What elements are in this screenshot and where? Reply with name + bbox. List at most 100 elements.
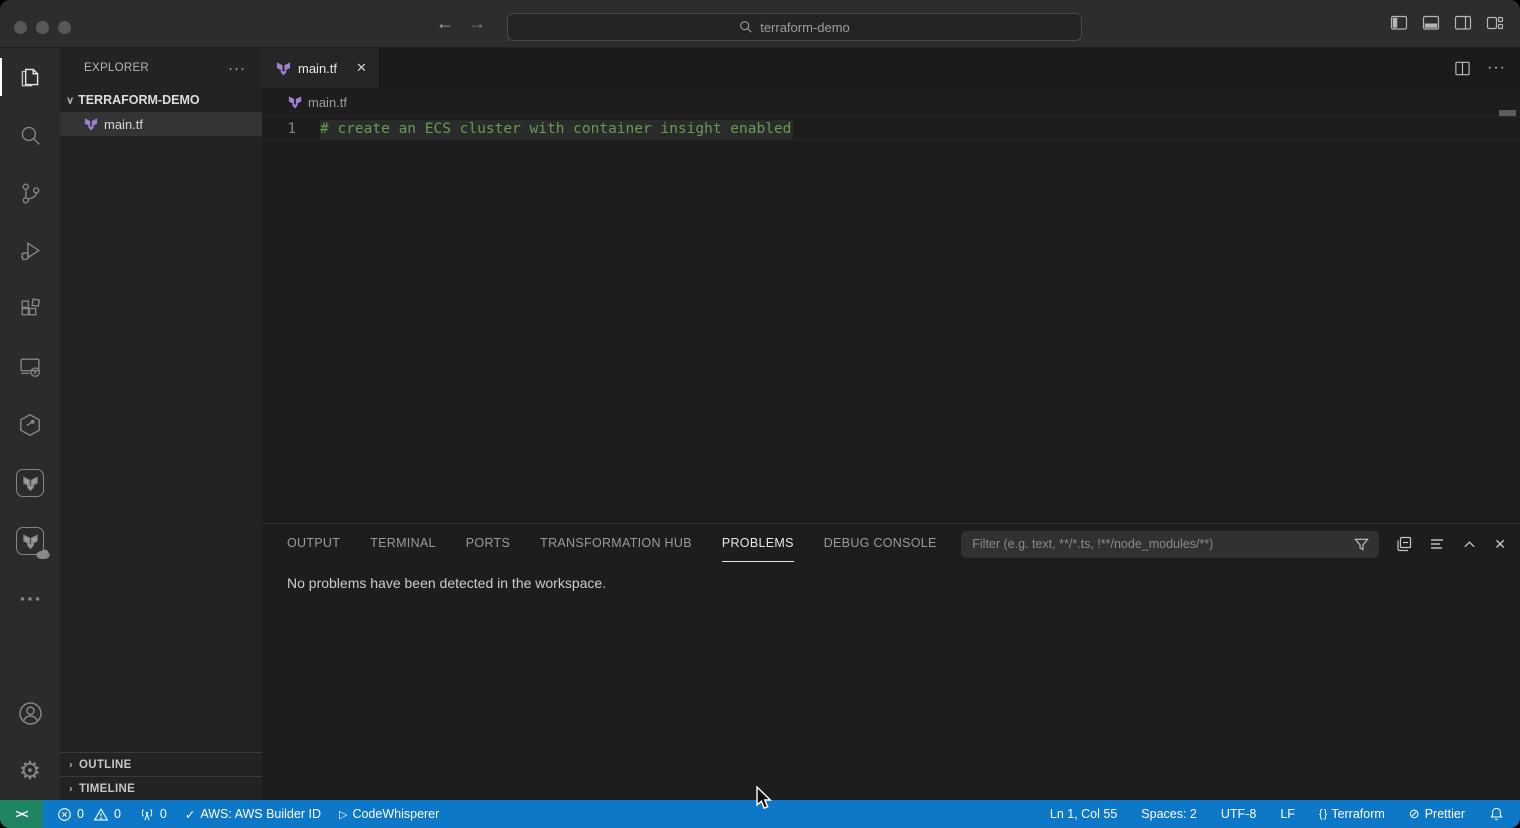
file-row-main-tf[interactable]: main.tf	[60, 112, 262, 136]
maximize-panel-icon[interactable]	[1462, 537, 1477, 552]
ports-status[interactable]: 0	[139, 807, 167, 822]
codewhisperer-label: CodeWhisperer	[352, 807, 439, 821]
tab-problems[interactable]: PROBLEMS	[722, 524, 794, 562]
no-problems-message: No problems have been detected in the wo…	[287, 575, 606, 591]
timeline-label: TIMELINE	[79, 783, 135, 795]
tab-output[interactable]: OUTPUT	[287, 524, 340, 562]
breadcrumb[interactable]: main.tf	[262, 88, 1520, 116]
editor-group: main.tf ✕ ··· main.tf 1 # create an ECS …	[262, 48, 1520, 800]
more-actions-icon[interactable]: ···	[1487, 59, 1506, 77]
toggle-primary-sidebar-icon[interactable]	[1390, 14, 1408, 32]
codewhisperer-status[interactable]: ▷ CodeWhisperer	[339, 807, 439, 821]
panel-tabs: OUTPUT TERMINAL PORTS TRANSFORMATION HUB…	[287, 524, 937, 562]
sidebar-item-terraform[interactable]	[0, 454, 60, 512]
close-panel-icon[interactable]: ✕	[1494, 536, 1506, 553]
account-icon	[17, 700, 44, 727]
breadcrumb-item[interactable]: main.tf	[308, 95, 347, 110]
filter-placeholder: Filter (e.g. text, **/*.ts, !**/node_mod…	[972, 537, 1354, 551]
chevron-down-icon: ∨	[66, 94, 74, 106]
forward-button[interactable]: →	[468, 13, 486, 34]
ellipsis-icon	[17, 586, 43, 612]
aws-auth-status[interactable]: ✓ AWS: AWS Builder ID	[185, 807, 321, 822]
remote-indicator[interactable]: ><	[0, 800, 43, 828]
timeline-section-header[interactable]: › TIMELINE	[60, 776, 262, 800]
command-center-search[interactable]: terraform-demo	[507, 13, 1082, 41]
sidebar-item-remote-explorer[interactable]	[0, 338, 60, 396]
vscode-window: ← → terraform-demo	[0, 0, 1520, 828]
line-number: 1	[262, 117, 320, 139]
play-icon: ▷	[339, 808, 347, 821]
search-icon	[18, 123, 43, 148]
sidebar-item-aws-toolkit[interactable]	[0, 396, 60, 454]
extensions-icon	[18, 297, 43, 322]
code-text-selected[interactable]: # create an ECS cluster with container i…	[320, 120, 793, 139]
tab-debug-console[interactable]: DEBUG CONSOLE	[824, 524, 937, 562]
toggle-panel-icon[interactable]	[1422, 14, 1440, 32]
tab-transformation-hub[interactable]: TRANSFORMATION HUB	[540, 524, 692, 562]
outline-label: OUTLINE	[79, 759, 132, 771]
cloud-badge-icon	[36, 549, 50, 559]
settings-button[interactable]: ⚙	[0, 742, 60, 800]
language-label: Terraform	[1331, 807, 1384, 821]
eol-sequence[interactable]: LF	[1280, 807, 1295, 821]
close-window-button[interactable]	[14, 21, 27, 34]
tab-ports[interactable]: PORTS	[466, 524, 510, 562]
editor-tab-main-tf[interactable]: main.tf ✕	[262, 48, 379, 88]
collapse-all-icon[interactable]	[1396, 536, 1412, 552]
problems-status[interactable]: 0 0	[57, 807, 121, 822]
panel-actions: Filter (e.g. text, **/*.ts, !**/node_mod…	[961, 524, 1506, 562]
formatter-status[interactable]: ⊘ Prettier	[1409, 806, 1465, 822]
command-center-text: terraform-demo	[760, 20, 850, 35]
close-tab-icon[interactable]: ✕	[356, 60, 367, 76]
project-root-row[interactable]: ∨ TERRAFORM-DEMO	[60, 88, 262, 112]
window-controls	[14, 21, 71, 34]
sidebar-item-extensions[interactable]	[0, 280, 60, 338]
minimize-window-button[interactable]	[36, 21, 49, 34]
problems-content: No problems have been detected in the wo…	[262, 562, 1520, 591]
project-root-label: TERRAFORM-DEMO	[78, 93, 200, 107]
sidebar-title-row: EXPLORER ···	[60, 48, 262, 88]
debug-icon	[18, 239, 43, 264]
problems-filter-input[interactable]: Filter (e.g. text, **/*.ts, !**/node_mod…	[961, 531, 1379, 558]
filter-icon[interactable]	[1354, 537, 1369, 552]
view-as-table-icon[interactable]	[1429, 536, 1445, 552]
cursor-position[interactable]: Ln 1, Col 55	[1050, 807, 1117, 821]
bell-icon[interactable]	[1489, 806, 1504, 822]
editor-actions: ···	[1454, 48, 1506, 88]
status-bar: >< 0 0 0 ✓ AWS: AWS Builder ID ▷ CodeWhi…	[0, 800, 1520, 828]
activity-bar: ⚙	[0, 48, 60, 800]
sidebar-item-search[interactable]	[0, 106, 60, 164]
sidebar-item-source-control[interactable]	[0, 164, 60, 222]
terraform-file-icon	[288, 95, 302, 109]
title-bar: ← → terraform-demo	[0, 0, 1520, 48]
toggle-secondary-sidebar-icon[interactable]	[1454, 14, 1472, 32]
layout-controls	[1390, 14, 1504, 32]
back-button[interactable]: ←	[436, 13, 454, 34]
error-count: 0	[77, 807, 84, 821]
sidebar-item-terraform-cloud[interactable]	[0, 512, 60, 570]
code-line-1[interactable]: 1 # create an ECS cluster with container…	[262, 116, 1520, 140]
sidebar-item-more-views[interactable]	[0, 570, 60, 628]
customize-layout-icon[interactable]	[1486, 14, 1504, 32]
language-mode[interactable]: { } Terraform	[1319, 807, 1385, 821]
terraform-cloud-extension-icon	[16, 527, 44, 555]
warning-count: 0	[114, 807, 121, 821]
braces-icon: { }	[1319, 808, 1326, 820]
editor-tab-bar: main.tf ✕ ···	[262, 48, 1520, 88]
indentation[interactable]: Spaces: 2	[1141, 807, 1197, 821]
accounts-button[interactable]	[0, 684, 60, 742]
encoding[interactable]: UTF-8	[1221, 807, 1256, 821]
code-editor[interactable]: 1 # create an ECS cluster with container…	[262, 116, 1520, 523]
workbench: ⚙ EXPLORER ··· ∨ TERRAFORM-DEMO main.tf …	[0, 48, 1520, 800]
terraform-extension-icon	[16, 469, 44, 497]
explorer-more-actions-button[interactable]: ···	[228, 60, 246, 77]
sidebar-item-explorer[interactable]	[0, 48, 60, 106]
overview-ruler-mark	[1499, 110, 1516, 116]
outline-section-header[interactable]: › OUTLINE	[60, 752, 262, 776]
chevron-right-icon: ›	[69, 783, 73, 794]
sidebar-item-run-debug[interactable]	[0, 222, 60, 280]
split-editor-icon[interactable]	[1454, 60, 1471, 77]
aws-hexagon-icon	[17, 412, 43, 438]
maximize-window-button[interactable]	[58, 21, 71, 34]
tab-terminal[interactable]: TERMINAL	[370, 524, 436, 562]
